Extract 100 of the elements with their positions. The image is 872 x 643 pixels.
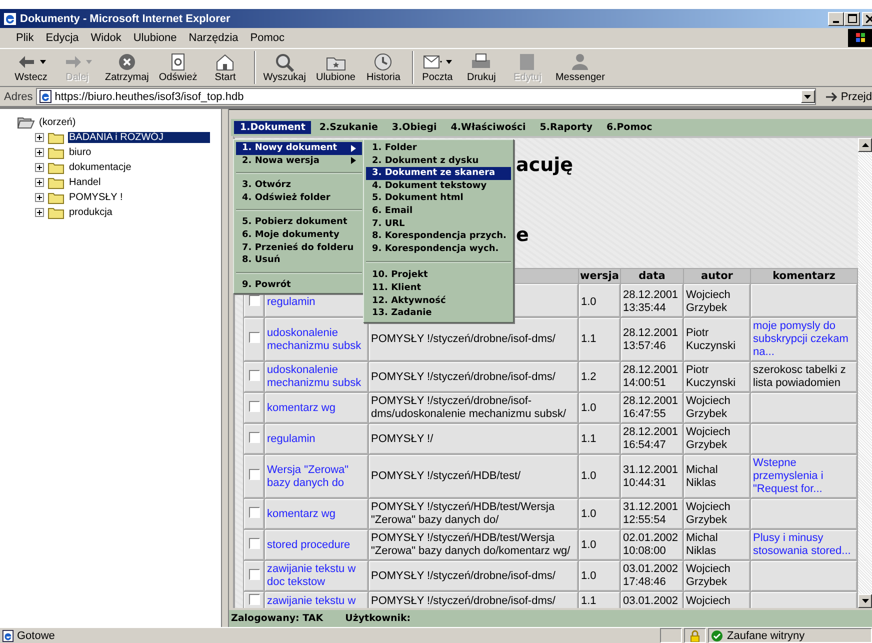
menu-item[interactable]: Widok <box>84 32 128 44</box>
comment-link[interactable]: Wstepne przemyslenia i "Request for... <box>753 457 855 496</box>
toolbar-button[interactable]: Ulubione <box>310 51 360 84</box>
menu-item[interactable]: 10. Projekt <box>366 269 511 282</box>
author-text: Michal Niklas <box>686 532 718 557</box>
checkbox[interactable] <box>248 538 260 548</box>
toolbar-button[interactable]: Zatrzymaj <box>100 51 154 84</box>
menu-item[interactable]: 9. Korespondencja wych. <box>366 242 511 256</box>
menu-item[interactable]: 8. Korespondencja przych. <box>366 230 511 243</box>
checkbox[interactable] <box>248 594 260 605</box>
plus-icon[interactable] <box>35 148 44 157</box>
checkbox[interactable] <box>248 568 260 580</box>
version-text: 1.0 <box>581 402 596 414</box>
toolbar-button[interactable]: Wyszukaj <box>254 51 311 84</box>
comment-link[interactable]: moje pomysly do subskrypcji czekam na... <box>753 320 855 359</box>
toolbar-button[interactable]: Odśwież <box>154 51 202 84</box>
menu-item[interactable]: 2. Nowa wersja <box>236 154 362 168</box>
menu-item[interactable]: 4. Odśwież folder <box>236 192 362 204</box>
toolbar-button[interactable]: Poczta <box>412 51 458 84</box>
tree-item[interactable]: (korzeń) <box>38 117 77 128</box>
path-text: POMYSŁY !/styczeń/drobne/isof-dms/ <box>371 570 556 582</box>
up-arrow-icon <box>862 143 868 147</box>
tree-item[interactable]: Handel <box>68 177 102 188</box>
plus-icon[interactable] <box>35 163 44 172</box>
status-text: Użytkownik: <box>345 613 411 624</box>
plus-icon[interactable] <box>35 208 44 217</box>
caret-icon <box>446 60 452 64</box>
menu-item[interactable]: 5. Dokument html <box>366 192 511 205</box>
column-header: wersja <box>579 269 620 283</box>
tree-item[interactable]: POMYSŁY ! <box>68 192 124 203</box>
column-header: autor <box>684 269 750 283</box>
scrollbar[interactable] <box>858 138 872 608</box>
nav-tab[interactable]: 3.Obiegi <box>386 121 443 134</box>
menu-item[interactable]: 7. URL <box>366 218 511 230</box>
version-text: 1.0 <box>581 538 596 550</box>
search-icon <box>274 52 296 72</box>
menu-item[interactable]: 13. Zadanie <box>366 307 511 320</box>
toolbar-button[interactable]: Messenger <box>550 51 610 84</box>
menu-item[interactable]: 6. Moje dokumenty <box>236 228 362 242</box>
date-text: 03.01.2002 <box>623 595 680 608</box>
folder-icon <box>48 146 64 159</box>
tree-item[interactable]: dokumentacje <box>68 162 132 173</box>
menu-item[interactable]: Ulubione <box>127 32 183 44</box>
toolbar-button[interactable]: Historia <box>360 51 406 84</box>
tree-item[interactable]: biuro <box>68 147 92 158</box>
checkbox[interactable] <box>248 506 260 518</box>
path-text: POMYSŁY !/styczeń/HDB/test/Wersja "Zerowa" bazy danych do/ <box>371 501 555 526</box>
date-text: 28.12.2001 14:00:51 <box>623 364 680 390</box>
menu-item[interactable]: 12. Aktywność <box>366 294 511 308</box>
folder-icon <box>48 161 64 174</box>
menu-item[interactable]: 5. Pobierz dokument <box>236 216 362 229</box>
author-text: Wojciech Grzybek <box>686 563 730 588</box>
checkbox[interactable] <box>248 469 260 480</box>
tree-item[interactable]: produkcja <box>68 207 114 218</box>
menu-item[interactable]: 1. Nowy dokument <box>236 142 362 155</box>
checkbox[interactable] <box>248 432 260 442</box>
address-field[interactable]: https://biuro.heuthes/isof3/isof_top.hdb <box>36 88 816 105</box>
plus-icon[interactable] <box>35 178 44 187</box>
menu-item[interactable]: 7. Przenieś do folderu <box>236 242 362 254</box>
author-text: Piotr Kuczynski <box>686 364 736 389</box>
menu-item[interactable]: 8. Usuń <box>236 254 362 267</box>
menu-item[interactable]: 4. Dokument tekstowy <box>366 180 511 192</box>
document-link[interactable]: udoskonalenie mechanizmu subsk <box>267 364 366 390</box>
plus-icon[interactable] <box>35 193 44 202</box>
plus-icon[interactable] <box>35 133 44 142</box>
menu-item[interactable]: Pomoc <box>244 32 291 44</box>
menu-item[interactable]: Narzędzia <box>182 32 244 44</box>
nav-tab[interactable]: 2.Szukanie <box>313 121 384 134</box>
checkbox[interactable] <box>248 332 260 343</box>
maximize-button[interactable] <box>844 12 860 26</box>
caret-icon <box>40 60 46 64</box>
menu-item[interactable]: 3. Otwórz <box>236 179 362 192</box>
tree-item[interactable]: BADANIA i ROZWÓJ <box>68 132 210 143</box>
menu-item[interactable]: 6. Email <box>366 204 511 218</box>
nav-tab[interactable]: 6.Pomoc <box>600 121 658 134</box>
toolbar-button[interactable]: Wstecz <box>8 51 54 84</box>
menu-item[interactable]: 9. Powrót <box>236 278 362 292</box>
menu-item[interactable]: Plik <box>10 32 40 44</box>
checkbox[interactable] <box>248 294 260 306</box>
toolbar-button[interactable]: Drukuj <box>458 51 504 84</box>
nav-tab[interactable]: 5.Raporty <box>534 121 598 134</box>
dropdown-button[interactable] <box>800 90 815 103</box>
go-button[interactable]: Przejd <box>818 90 872 102</box>
toolbar-button[interactable]: Start <box>202 51 248 84</box>
clock-icon <box>372 52 394 72</box>
menu-item[interactable]: 1. Folder <box>366 142 511 155</box>
menu-item[interactable]: 3. Dokument ze skanera <box>366 167 511 180</box>
checkbox[interactable] <box>248 370 260 380</box>
menu-item[interactable]: Edycja <box>40 32 85 44</box>
version-text: 1.1 <box>581 333 596 345</box>
browser-icon <box>3 12 17 26</box>
checkbox[interactable] <box>248 400 260 412</box>
minimize-button[interactable] <box>828 12 844 26</box>
menu-item[interactable]: 11. Klient <box>366 282 511 295</box>
nav-tab[interactable]: 1.Dokument <box>234 121 312 134</box>
comment-link[interactable]: Plusy i minusy stosowania stored... <box>753 532 855 558</box>
menu-item[interactable]: 2. Dokument z dysku <box>366 154 511 168</box>
folder-icon <box>48 131 64 144</box>
document-link[interactable]: zawijanie tekstu w doc tekstow <box>267 563 366 589</box>
nav-tab[interactable]: 4.Właściwości <box>444 121 532 134</box>
